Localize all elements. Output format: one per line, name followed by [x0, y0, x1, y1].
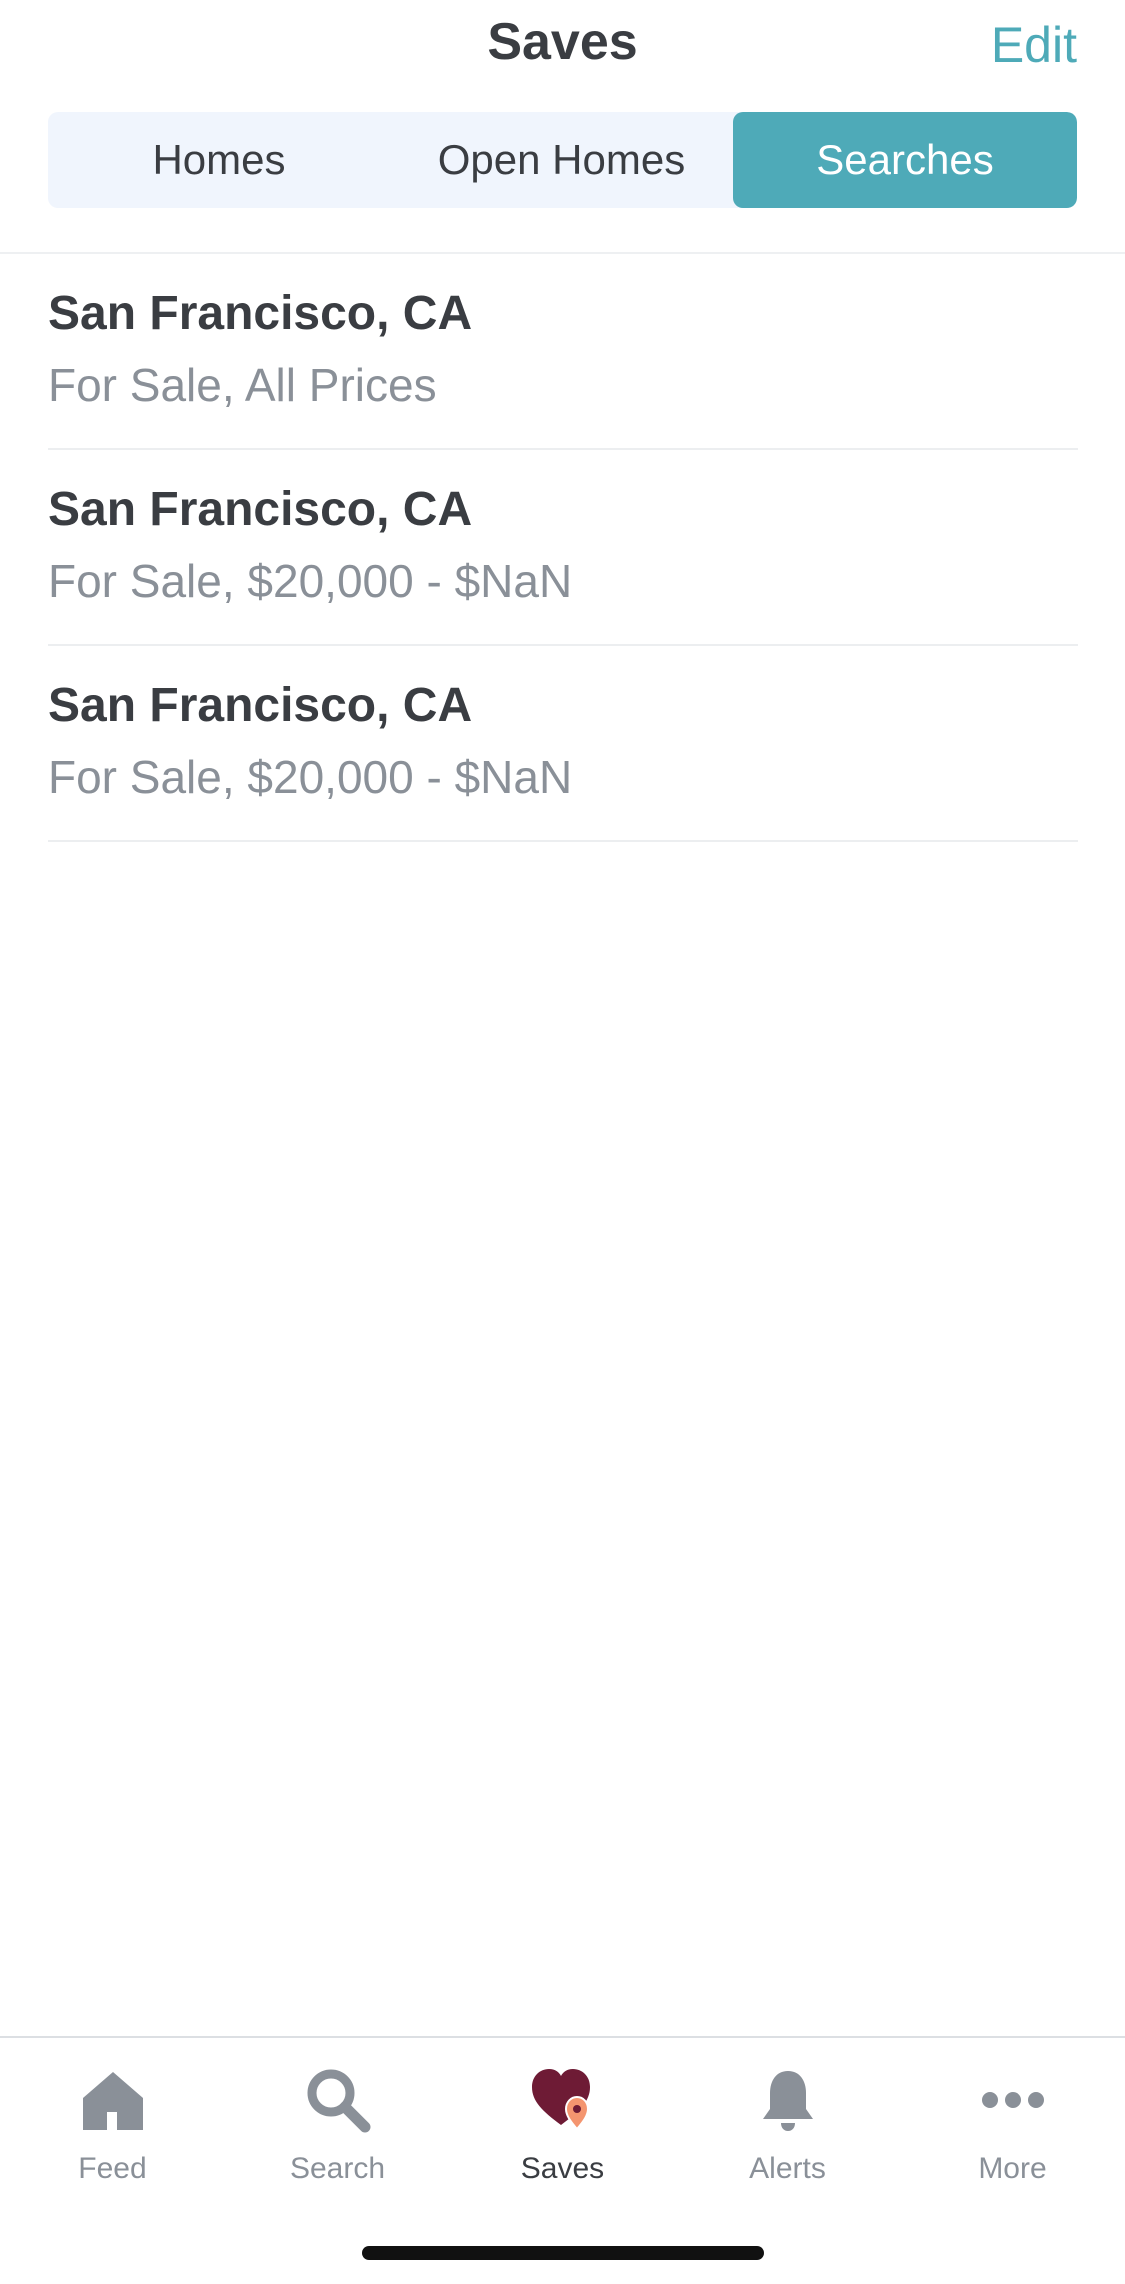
saves-segmented-control: Homes Open Homes Searches [48, 112, 1077, 208]
header-bar: Saves Edit [0, 0, 1125, 90]
tab-search[interactable]: Search [225, 2060, 450, 2220]
heart-pin-icon [531, 2069, 590, 2131]
tab-more-label: More [978, 2152, 1047, 2185]
saved-search-title: San Francisco, CA [48, 287, 473, 340]
ellipsis-icon [981, 2092, 1044, 2108]
house-icon [82, 2072, 143, 2130]
tab-more[interactable]: More [900, 2060, 1125, 2220]
saved-search-title: San Francisco, CA [48, 679, 473, 732]
tab-alerts[interactable]: Alerts [675, 2060, 900, 2220]
saved-search-criteria: For Sale, $20,000 - $NaN [48, 555, 573, 607]
saved-search-criteria: For Sale, $20,000 - $NaN [48, 751, 573, 803]
edit-button[interactable]: Edit [991, 16, 1077, 74]
segment-searches[interactable]: Searches [733, 112, 1077, 208]
saved-search-criteria: For Sale, All Prices [48, 359, 437, 411]
tab-alerts-label: Alerts [749, 2152, 826, 2185]
tab-feed[interactable]: Feed [0, 2060, 225, 2220]
segment-open-homes[interactable]: Open Homes [390, 112, 733, 208]
saved-search-title: San Francisco, CA [48, 483, 473, 536]
saved-searches-list: San Francisco, CA For Sale, All Prices S… [48, 254, 1078, 842]
tab-feed-label: Feed [78, 2152, 147, 2185]
saved-search-item[interactable]: San Francisco, CA For Sale, All Prices [48, 254, 1078, 450]
home-indicator [362, 2246, 764, 2260]
page-title: Saves [487, 13, 638, 71]
tab-saves-label: Saves [520, 2152, 605, 2185]
magnifier-icon [307, 2069, 370, 2133]
saved-search-item[interactable]: San Francisco, CA For Sale, $20,000 - $N… [48, 450, 1078, 646]
bell-icon [762, 2071, 813, 2131]
saved-search-item[interactable]: San Francisco, CA For Sale, $20,000 - $N… [48, 646, 1078, 842]
tab-saves[interactable]: Saves [450, 2060, 675, 2220]
segment-homes[interactable]: Homes [48, 112, 390, 208]
tab-search-label: Search [289, 2152, 386, 2185]
